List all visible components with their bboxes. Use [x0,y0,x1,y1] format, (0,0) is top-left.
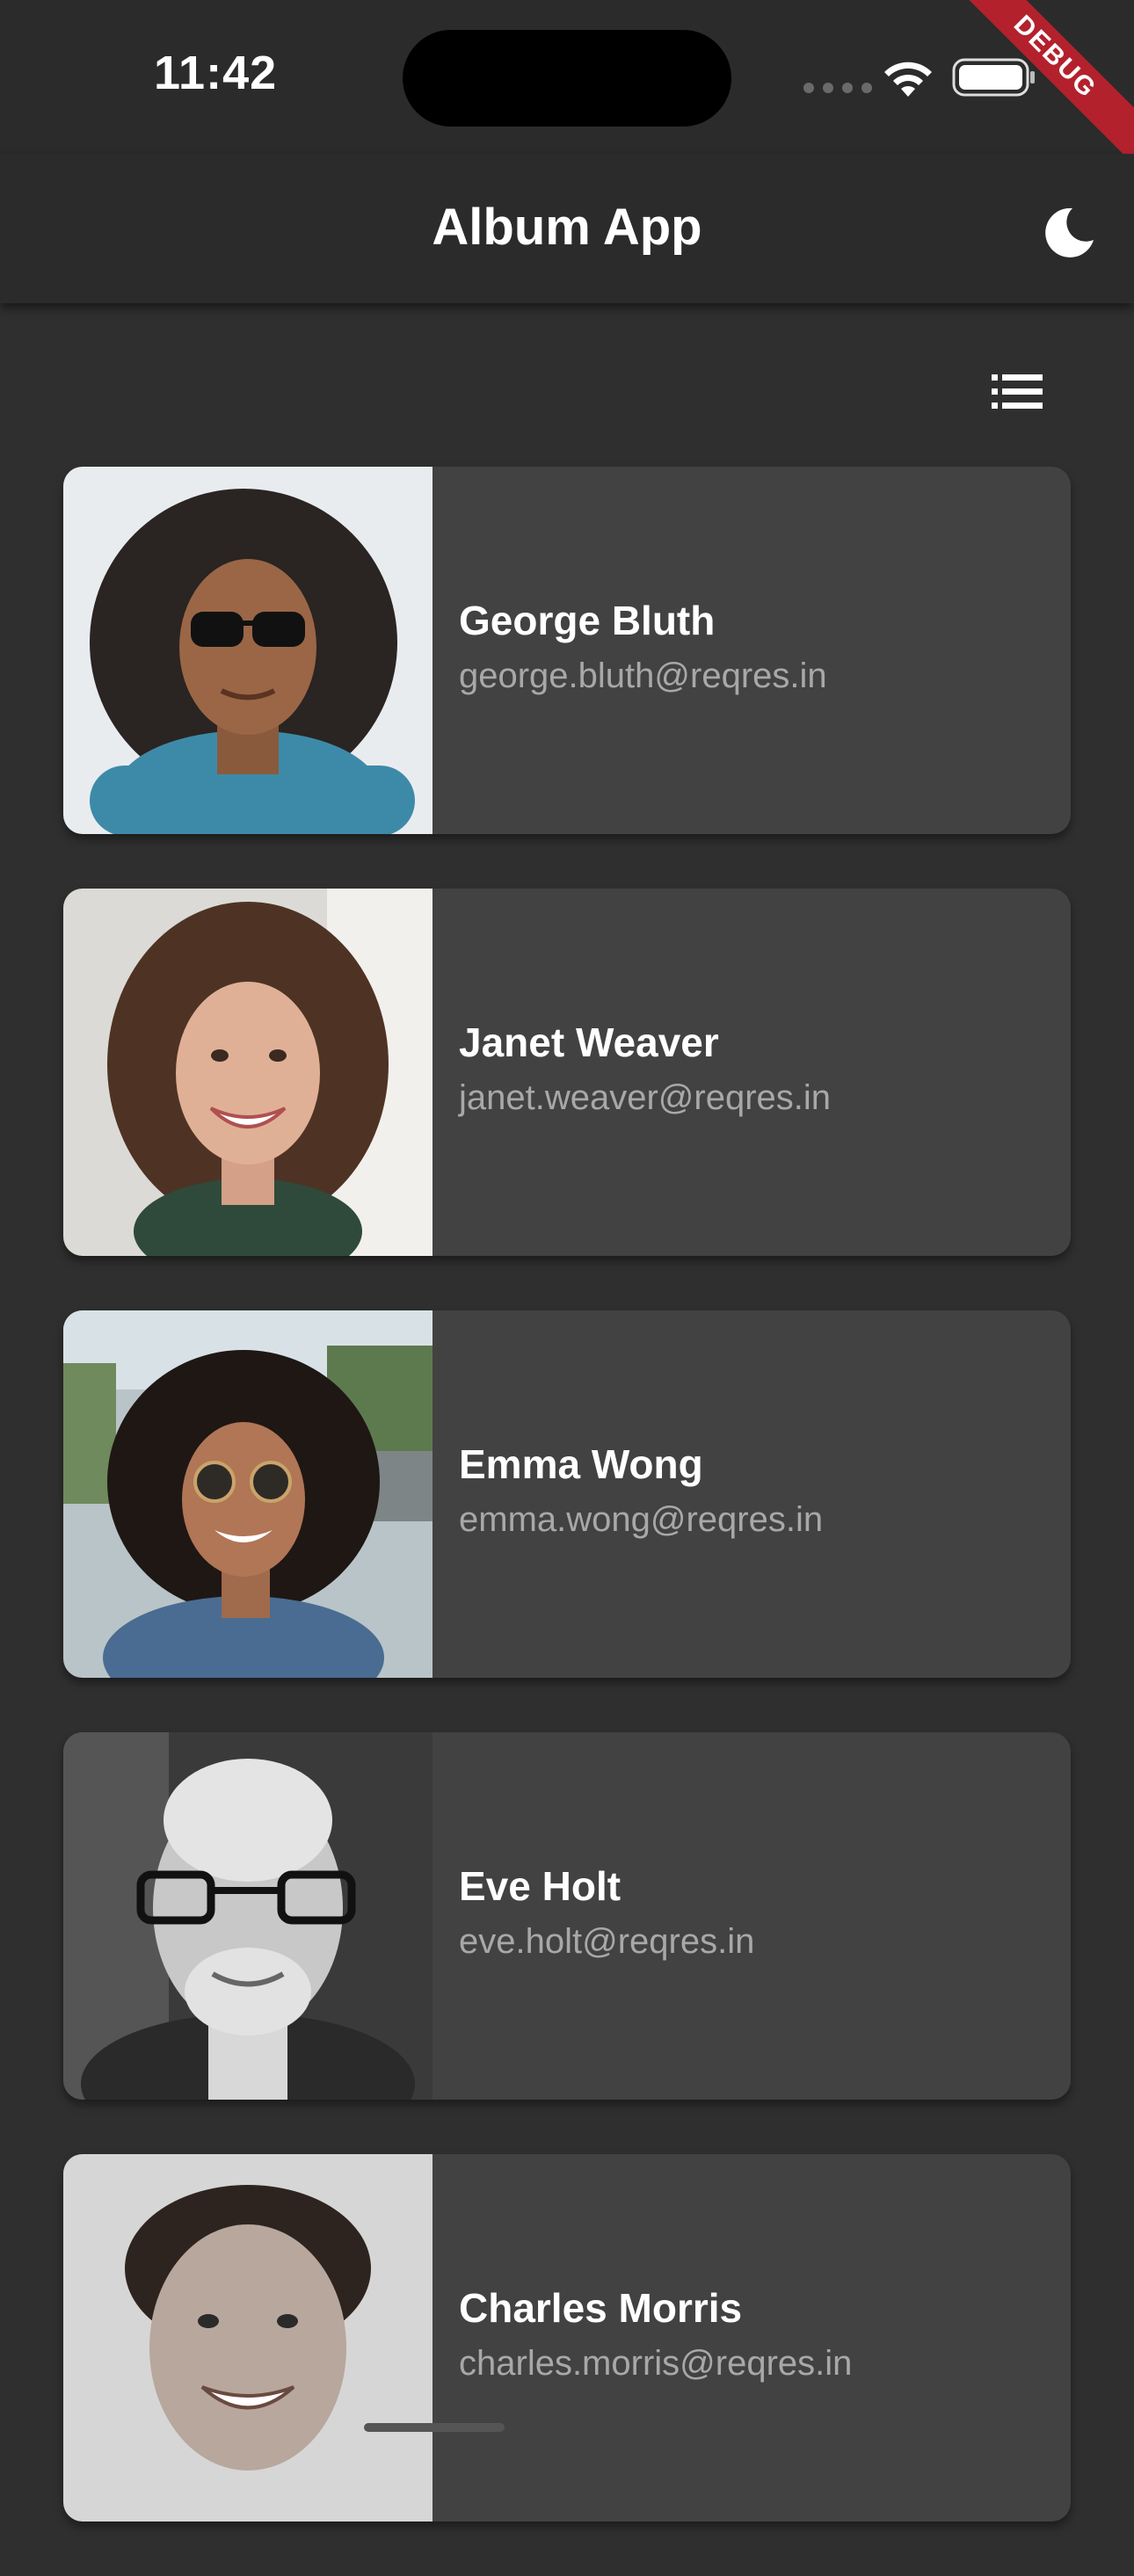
user-email: janet.weaver@reqres.in [459,1078,832,1117]
user-name: Janet Weaver [459,1020,719,1065]
user-list: George Bluth george.bluth@reqres.in Jane… [63,467,1071,2576]
battery-icon [952,58,1035,97]
avatar [63,2154,433,2522]
user-card[interactable]: George Bluth george.bluth@reqres.in [63,467,1071,834]
status-bar: 11:42 [0,0,1134,154]
page-title: Album App [432,199,702,256]
user-name: Emma Wong [459,1441,703,1487]
home-indicator [364,2423,505,2432]
moon-icon[interactable] [1043,205,1097,259]
user-email: charles.morris@reqres.in [459,2344,853,2383]
user-card[interactable]: Eve Holt eve.holt@reqres.in [63,1732,1071,2100]
avatar [63,1310,433,1678]
dynamic-island [403,30,731,127]
avatar [63,889,433,1256]
list-view-icon[interactable] [992,373,1043,411]
user-name: George Bluth [459,598,716,643]
avatar [63,467,433,834]
user-name: Charles Morris [459,2285,743,2331]
user-email: george.bluth@reqres.in [459,657,827,695]
user-email: emma.wong@reqres.in [459,1500,824,1539]
user-name: Eve Holt [459,1863,622,1909]
app-bar: Album App [0,154,1134,303]
user-email: eve.holt@reqres.in [459,1922,755,1961]
user-card[interactable]: Charles Morris charles.morris@reqres.in [63,2154,1071,2522]
user-card[interactable]: Janet Weaver janet.weaver@reqres.in [63,889,1071,1256]
cellular-signal-icon [803,83,872,93]
status-time: 11:42 [154,47,278,99]
wifi-icon [884,62,932,97]
avatar [63,1732,433,2100]
user-card[interactable]: Emma Wong emma.wong@reqres.in [63,1310,1071,1678]
